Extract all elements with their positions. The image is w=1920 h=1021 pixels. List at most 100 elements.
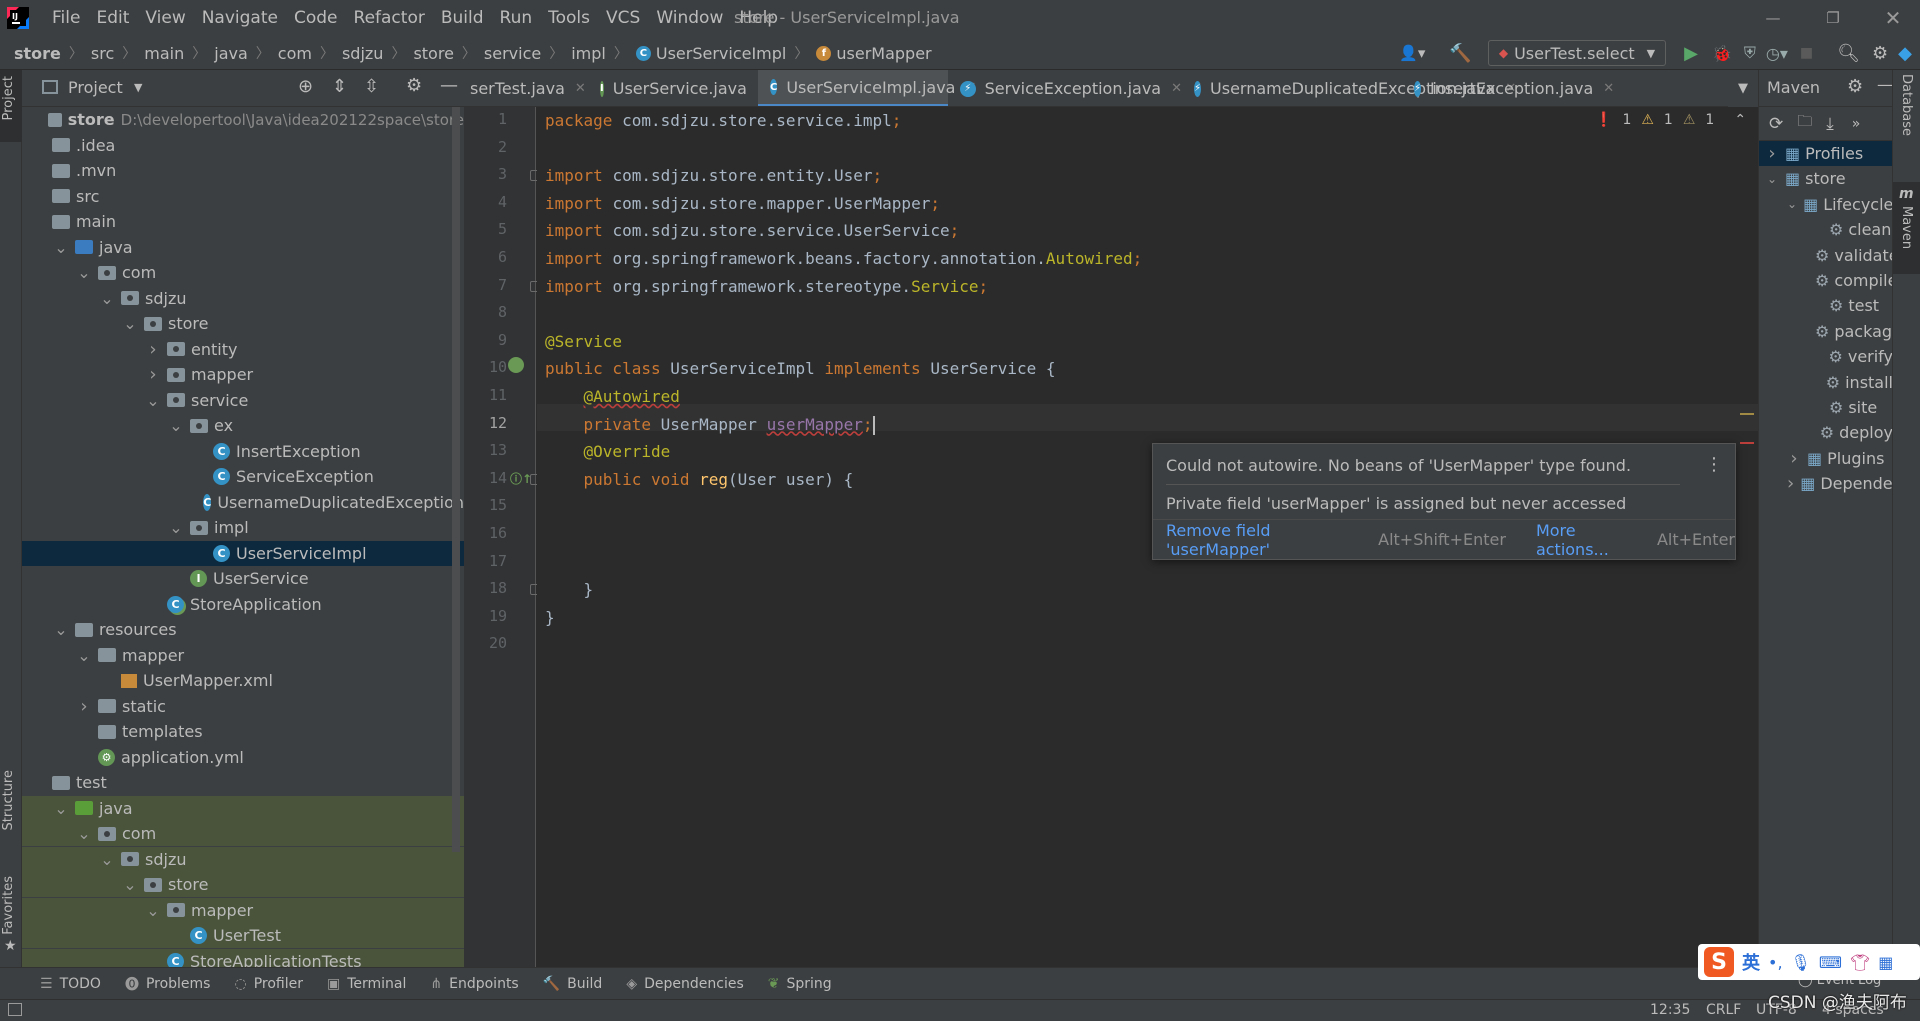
chevron-right-icon[interactable]: › (1787, 448, 1801, 469)
close-tab-icon[interactable]: ✕ (1603, 81, 1614, 96)
maven-tree-item[interactable]: ⚙package (1759, 319, 1893, 344)
inspection-widget[interactable]: ❗1 ⚠1 ⚠1 ⌃ ⌄ (1595, 112, 1758, 128)
minimize-button[interactable]: — (1750, 0, 1796, 36)
tree-folder-item[interactable]: ⌄ mapper (22, 897, 464, 923)
line-separator[interactable]: CRLF (1706, 1002, 1741, 1018)
chevron-down-icon[interactable]: ⌄ (145, 391, 161, 410)
chevron-down-icon[interactable]: ⌄ (1765, 172, 1779, 186)
chevron-down-icon[interactable]: ⌄ (76, 824, 92, 843)
chevron-down-icon[interactable]: ▼ (134, 81, 142, 94)
locate-icon[interactable]: ⊕ (298, 76, 313, 97)
tree-folder-item[interactable]: .mvn (22, 158, 464, 183)
chevron-down-icon[interactable]: ⌄ (168, 518, 184, 537)
tree-folder-item[interactable]: ⌄ resources (22, 617, 464, 642)
tree-file-item[interactable]: C ServiceException (22, 464, 464, 489)
breadcrumb-item[interactable]: store (413, 44, 453, 63)
close-tab-icon[interactable]: ✕ (1171, 81, 1182, 96)
tree-file-item[interactable]: C StoreApplication (22, 592, 464, 617)
chevron-down-icon[interactable]: ⌄ (99, 850, 115, 869)
menu-item-code[interactable]: Code (286, 0, 346, 36)
breadcrumb-item[interactable]: sdjzu (342, 44, 383, 63)
tab-userservice[interactable]: IUserService.java✕ (588, 70, 768, 106)
maven-tree-item[interactable]: ⚙ compile (1759, 268, 1893, 293)
tab-list-chevron-icon[interactable]: ▼ (1728, 70, 1758, 107)
breadcrumb-item[interactable]: src (91, 44, 114, 63)
coverage-icon[interactable]: ⛨ (1744, 43, 1756, 63)
remove-field-action[interactable]: Remove field 'userMapper' (1166, 521, 1364, 559)
bottom-tool-dependencies[interactable]: ◈ Dependencies (626, 976, 743, 992)
add-maven-project-icon[interactable]: 🗀 (1797, 111, 1812, 136)
run-icon[interactable]: ▶ (1684, 43, 1698, 64)
favorites-tool-label[interactable]: Favorites (1, 876, 16, 935)
breadcrumb-item[interactable]: store (14, 44, 61, 63)
tree-folder-item[interactable]: ⌄ store (22, 872, 464, 897)
chevron-down-icon[interactable]: ⌄ (53, 620, 69, 639)
bottom-tool-problems[interactable]: ⓿ Problems (125, 974, 211, 994)
implement-method-icon[interactable]: ⓘ↑ (510, 470, 532, 487)
tree-file-item[interactable]: C InsertException (22, 439, 464, 464)
close-tab-icon[interactable]: ✕ (575, 81, 586, 96)
chevron-down-icon[interactable]: ⌄ (1787, 197, 1797, 211)
build-hammer-icon[interactable]: 🔨 (1449, 43, 1471, 64)
chevron-down-icon[interactable]: ⌄ (76, 263, 92, 282)
chevron-down-icon[interactable]: ⌄ (99, 289, 115, 308)
more-options-icon[interactable]: ⋮ (1705, 454, 1723, 475)
project-view-title[interactable]: Project (68, 78, 123, 97)
reload-icon[interactable]: ⟳ (1769, 114, 1783, 134)
chevron-down-icon[interactable]: ⌄ (122, 314, 138, 333)
breadcrumb-item[interactable]: java (214, 44, 248, 63)
collapse-all-icon[interactable]: ⇳ (364, 76, 379, 97)
breadcrumb-item[interactable]: C UserServiceImpl (635, 44, 786, 63)
chevron-down-icon[interactable]: ⌄ (53, 238, 69, 257)
maven-tree-item[interactable]: › ▦ Plugins (1759, 446, 1893, 471)
menu-item-build[interactable]: Build (433, 0, 492, 36)
maven-tree-item[interactable]: › ▦ Profiles (1759, 141, 1893, 166)
intellij-logo-icon[interactable]: IJ (6, 6, 30, 30)
tab-serviceexception[interactable]: ⚡ ServiceException.java ✕ (948, 70, 1182, 106)
tree-folder-item[interactable]: ⌄ service (22, 388, 464, 413)
maven-tree-item[interactable]: ⚙ verify (1759, 344, 1894, 369)
ime-language-toggle[interactable]: 英 (1742, 949, 1760, 975)
menu-item-run[interactable]: Run (492, 0, 541, 36)
ime-voice-icon[interactable]: 🎙︎ (1791, 953, 1811, 972)
previous-highlight-icon[interactable]: ⌃ (1734, 112, 1746, 128)
maven-tree-item[interactable]: ⚙ test (1759, 293, 1893, 318)
maven-tree-item[interactable]: ⌄ ▦ store (1759, 166, 1893, 191)
download-icon[interactable]: ⤓ (1826, 114, 1834, 134)
tree-folder-item[interactable]: .idea (22, 133, 464, 158)
breadcrumb-item[interactable]: f userMapper (816, 44, 932, 63)
tree-file-item[interactable]: C UsernameDuplicatedException (22, 490, 464, 515)
chevron-down-icon[interactable]: ⌄ (53, 799, 69, 818)
tree-file-item[interactable]: UserMapper.xml (22, 668, 464, 693)
tree-folder-item[interactable]: store D:\developertool\Java\idea202122spa… (22, 107, 464, 132)
caret-position[interactable]: 12:35 (1650, 1002, 1690, 1018)
profiler-icon[interactable]: ◷▾ (1766, 44, 1788, 63)
chevron-right-icon[interactable]: › (1787, 473, 1794, 494)
chevron-right-icon[interactable]: › (145, 364, 161, 385)
database-tool-label[interactable]: Database (1899, 74, 1914, 136)
maven-tree-item[interactable]: ⚙ validate (1759, 243, 1893, 268)
tree-file-item[interactable]: C UserTest (22, 923, 464, 948)
search-icon[interactable]: 🔍︎ (1837, 43, 1860, 64)
tree-folder-item[interactable]: › mapper (22, 362, 464, 387)
tab-insertexception[interactable]: ⚡ InsertException.java ✕ (1402, 70, 1614, 106)
debug-icon[interactable]: 🐞 (1712, 44, 1732, 63)
tree-folder-item[interactable]: ⌄ mapper (22, 643, 464, 668)
ime-punctuation-icon[interactable]: •, (1768, 953, 1783, 972)
tree-folder-item[interactable]: templates (22, 719, 464, 744)
tree-file-item[interactable]: I UserService (22, 566, 464, 591)
restore-button[interactable]: ❐ (1810, 0, 1856, 36)
maven-tree-item[interactable]: ⚙ clean (1759, 217, 1893, 242)
toolbox-icon[interactable]: ◆ (1898, 43, 1912, 64)
maven-tree-item[interactable]: ⚙ deploy (1759, 420, 1893, 445)
chevron-down-icon[interactable]: ⌄ (76, 646, 92, 665)
tab-sertest[interactable]: serTest.java ✕ (464, 70, 588, 106)
ime-keyboard-icon[interactable]: ⌨ (1819, 953, 1842, 972)
panel-toggle-icon[interactable] (8, 1003, 22, 1016)
maven-tree-item[interactable]: ⌄ ▦ Lifecycle (1759, 192, 1893, 217)
menu-item-file[interactable]: File (44, 0, 88, 36)
tree-folder-item[interactable]: main (22, 209, 464, 234)
structure-tool-label[interactable]: Structure (1, 770, 16, 830)
menu-item-refactor[interactable]: Refactor (346, 0, 433, 36)
stop-icon[interactable]: ■ (1800, 45, 1813, 61)
